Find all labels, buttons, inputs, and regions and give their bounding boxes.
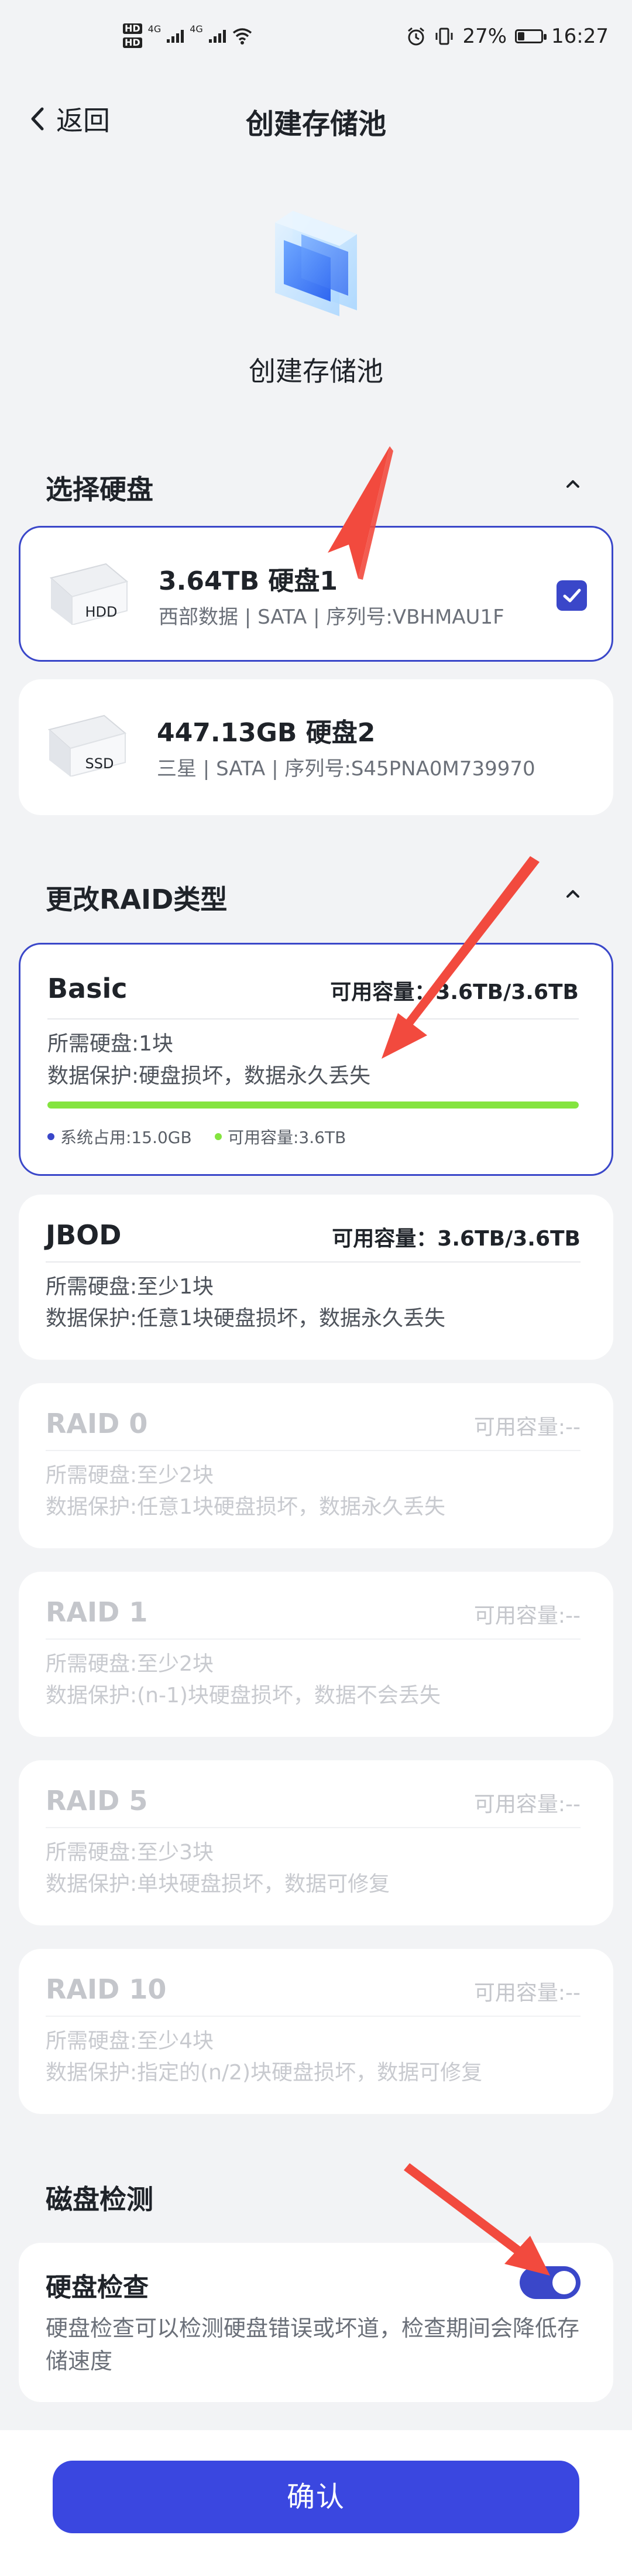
storage-pool-icon — [275, 211, 357, 316]
raid-option-raid5: RAID 5 可用容量:-- 所需硬盘:至少3块 数据保护:单块硬盘损坏，数据可… — [19, 1760, 613, 1925]
check-icon — [563, 589, 581, 603]
ssd-disk-icon: SSD — [47, 714, 127, 776]
disk-card-2[interactable]: SSD 447.13GB 硬盘2 三星 | SATA | 序列号:S45PNA0… — [19, 679, 613, 815]
raid-required-disks: 所需硬盘:1块 — [47, 1032, 174, 1056]
raid-required-disks: 所需硬盘:至少2块 — [46, 1463, 214, 1487]
page-title: 创建存储池 — [245, 108, 386, 141]
signal-icon — [167, 29, 184, 43]
raid-data-protection: 数据保护:硬盘损坏，数据永久丢失 — [47, 1064, 371, 1088]
raid-required-disks: 所需硬盘:至少1块 — [46, 1275, 214, 1299]
legend-label: 系统占用:15.0GB — [60, 1128, 192, 1147]
legend-dot — [47, 1133, 54, 1140]
hero-label: 创建存储池 — [249, 355, 383, 387]
divider — [46, 2016, 581, 2017]
usage-bar — [47, 1101, 579, 1109]
divider — [46, 1638, 581, 1640]
bottom-bar: 确认 — [0, 2430, 632, 2576]
disk-detail: 西部数据 | SATA | 序列号:VBHMAU1F — [159, 605, 504, 629]
legend-available: 可用容量:3.6TB — [215, 1125, 346, 1148]
wifi-icon — [232, 28, 252, 45]
disk-checkbox[interactable] — [557, 580, 587, 611]
raid-required-disks: 所需硬盘:至少4块 — [46, 2029, 214, 2053]
chevron-up-icon[interactable] — [563, 887, 583, 900]
raid-capacity: 可用容量:-- — [473, 1415, 581, 1439]
raid-section-title: 更改RAID类型 — [46, 884, 228, 915]
raid-name: RAID 0 — [46, 1408, 148, 1439]
raid-option-basic[interactable]: Basic 可用容量：3.6TB/3.6TB 所需硬盘:1块 数据保护:硬盘损坏… — [19, 943, 613, 1176]
disk-check-card: 硬盘检查 硬盘检查可以检测硬盘错误或坏道，检查期间会降低存储速度 — [19, 2243, 613, 2402]
disk-title: 3.64TB 硬盘1 — [159, 566, 338, 596]
clock: 16:27 — [551, 25, 609, 48]
disk-card-1[interactable]: HDD 3.64TB 硬盘1 西部数据 | SATA | 序列号:VBHMAU1… — [19, 526, 613, 662]
disk-type-label: HDD — [85, 604, 117, 620]
hdd-disk-icon: HDD — [49, 563, 129, 625]
legend-dot — [215, 1133, 222, 1140]
raid-data-protection: 数据保护:任意1块硬盘损坏，数据永久丢失 — [46, 1495, 446, 1519]
network-type: 4G — [190, 23, 203, 35]
divider — [46, 1261, 581, 1263]
raid-name: RAID 5 — [46, 1785, 148, 1816]
system-indicators: 27% 16:27 — [406, 25, 609, 48]
signal-icon — [208, 29, 226, 43]
hd-badge: HD — [123, 23, 142, 34]
status-bar: HD HD 4G 4G 27% 16:27 — [0, 0, 632, 79]
disk-type-label: SSD — [85, 755, 114, 772]
raid-data-protection: 数据保护:(n-1)块硬盘损坏，数据不会丢失 — [46, 1684, 441, 1708]
raid-capacity: 可用容量：3.6TB/3.6TB — [330, 980, 579, 1004]
legend-system: 系统占用:15.0GB — [47, 1125, 192, 1148]
network-type: 4G — [147, 23, 162, 35]
raid-option-raid10: RAID 10 可用容量:-- 所需硬盘:至少4块 数据保护:指定的(n/2)块… — [19, 1949, 613, 2114]
raid-option-raid1: RAID 1 可用容量:-- 所需硬盘:至少2块 数据保护:(n-1)块硬盘损坏… — [19, 1572, 613, 1737]
raid-required-disks: 所需硬盘:至少3块 — [46, 1841, 214, 1865]
battery-percent: 27% — [462, 25, 507, 48]
disk-check-section-title: 磁盘检测 — [46, 2184, 153, 2215]
raid-name: RAID 10 — [46, 1973, 167, 2005]
disk-section-title: 选择硬盘 — [46, 474, 153, 505]
raid-name: Basic — [47, 973, 128, 1004]
divider — [47, 1018, 579, 1020]
disk-check-description: 硬盘检查可以检测硬盘错误或坏道，检查期间会降低存储速度 — [46, 2315, 580, 2374]
nav-bar: 返回 创建存储池 — [0, 88, 632, 146]
disk-check-toggle[interactable] — [520, 2266, 581, 2299]
raid-capacity: 可用容量:-- — [473, 1981, 581, 2005]
divider — [46, 1827, 581, 1828]
raid-name: RAID 1 — [46, 1596, 148, 1628]
alarm-icon — [408, 27, 425, 46]
divider — [46, 1450, 581, 1451]
raid-option-raid0: RAID 0 可用容量:-- 所需硬盘:至少2块 数据保护:任意1块硬盘损坏，数… — [19, 1383, 613, 1548]
disk-detail: 三星 | SATA | 序列号:S45PNA0M739970 — [157, 757, 535, 781]
raid-data-protection: 数据保护:单块硬盘损坏，数据可修复 — [46, 1872, 390, 1896]
disk-title: 447.13GB 硬盘2 — [157, 718, 376, 748]
hd-badge: HD — [123, 37, 142, 48]
raid-option-jbod[interactable]: JBOD 可用容量：3.6TB/3.6TB 所需硬盘:至少1块 数据保护:任意1… — [19, 1195, 613, 1360]
raid-name: JBOD — [46, 1219, 122, 1251]
confirm-button[interactable]: 确认 — [53, 2461, 579, 2533]
raid-data-protection: 数据保护:指定的(n/2)块硬盘损坏，数据可修复 — [46, 2061, 483, 2085]
raid-capacity: 可用容量:-- — [473, 1792, 581, 1816]
legend-label: 可用容量:3.6TB — [228, 1128, 346, 1147]
raid-capacity: 可用容量：3.6TB/3.6TB — [332, 1227, 581, 1251]
network-indicators: HD HD 4G 4G — [123, 23, 253, 48]
vibrate-icon — [435, 28, 453, 45]
chevron-up-icon[interactable] — [563, 477, 583, 490]
raid-data-protection: 数据保护:任意1块硬盘损坏，数据永久丢失 — [46, 1306, 446, 1330]
raid-required-disks: 所需硬盘:至少2块 — [46, 1652, 214, 1676]
battery-icon — [515, 29, 547, 43]
raid-capacity: 可用容量:-- — [473, 1604, 581, 1628]
disk-check-title: 硬盘检查 — [46, 2273, 149, 2303]
